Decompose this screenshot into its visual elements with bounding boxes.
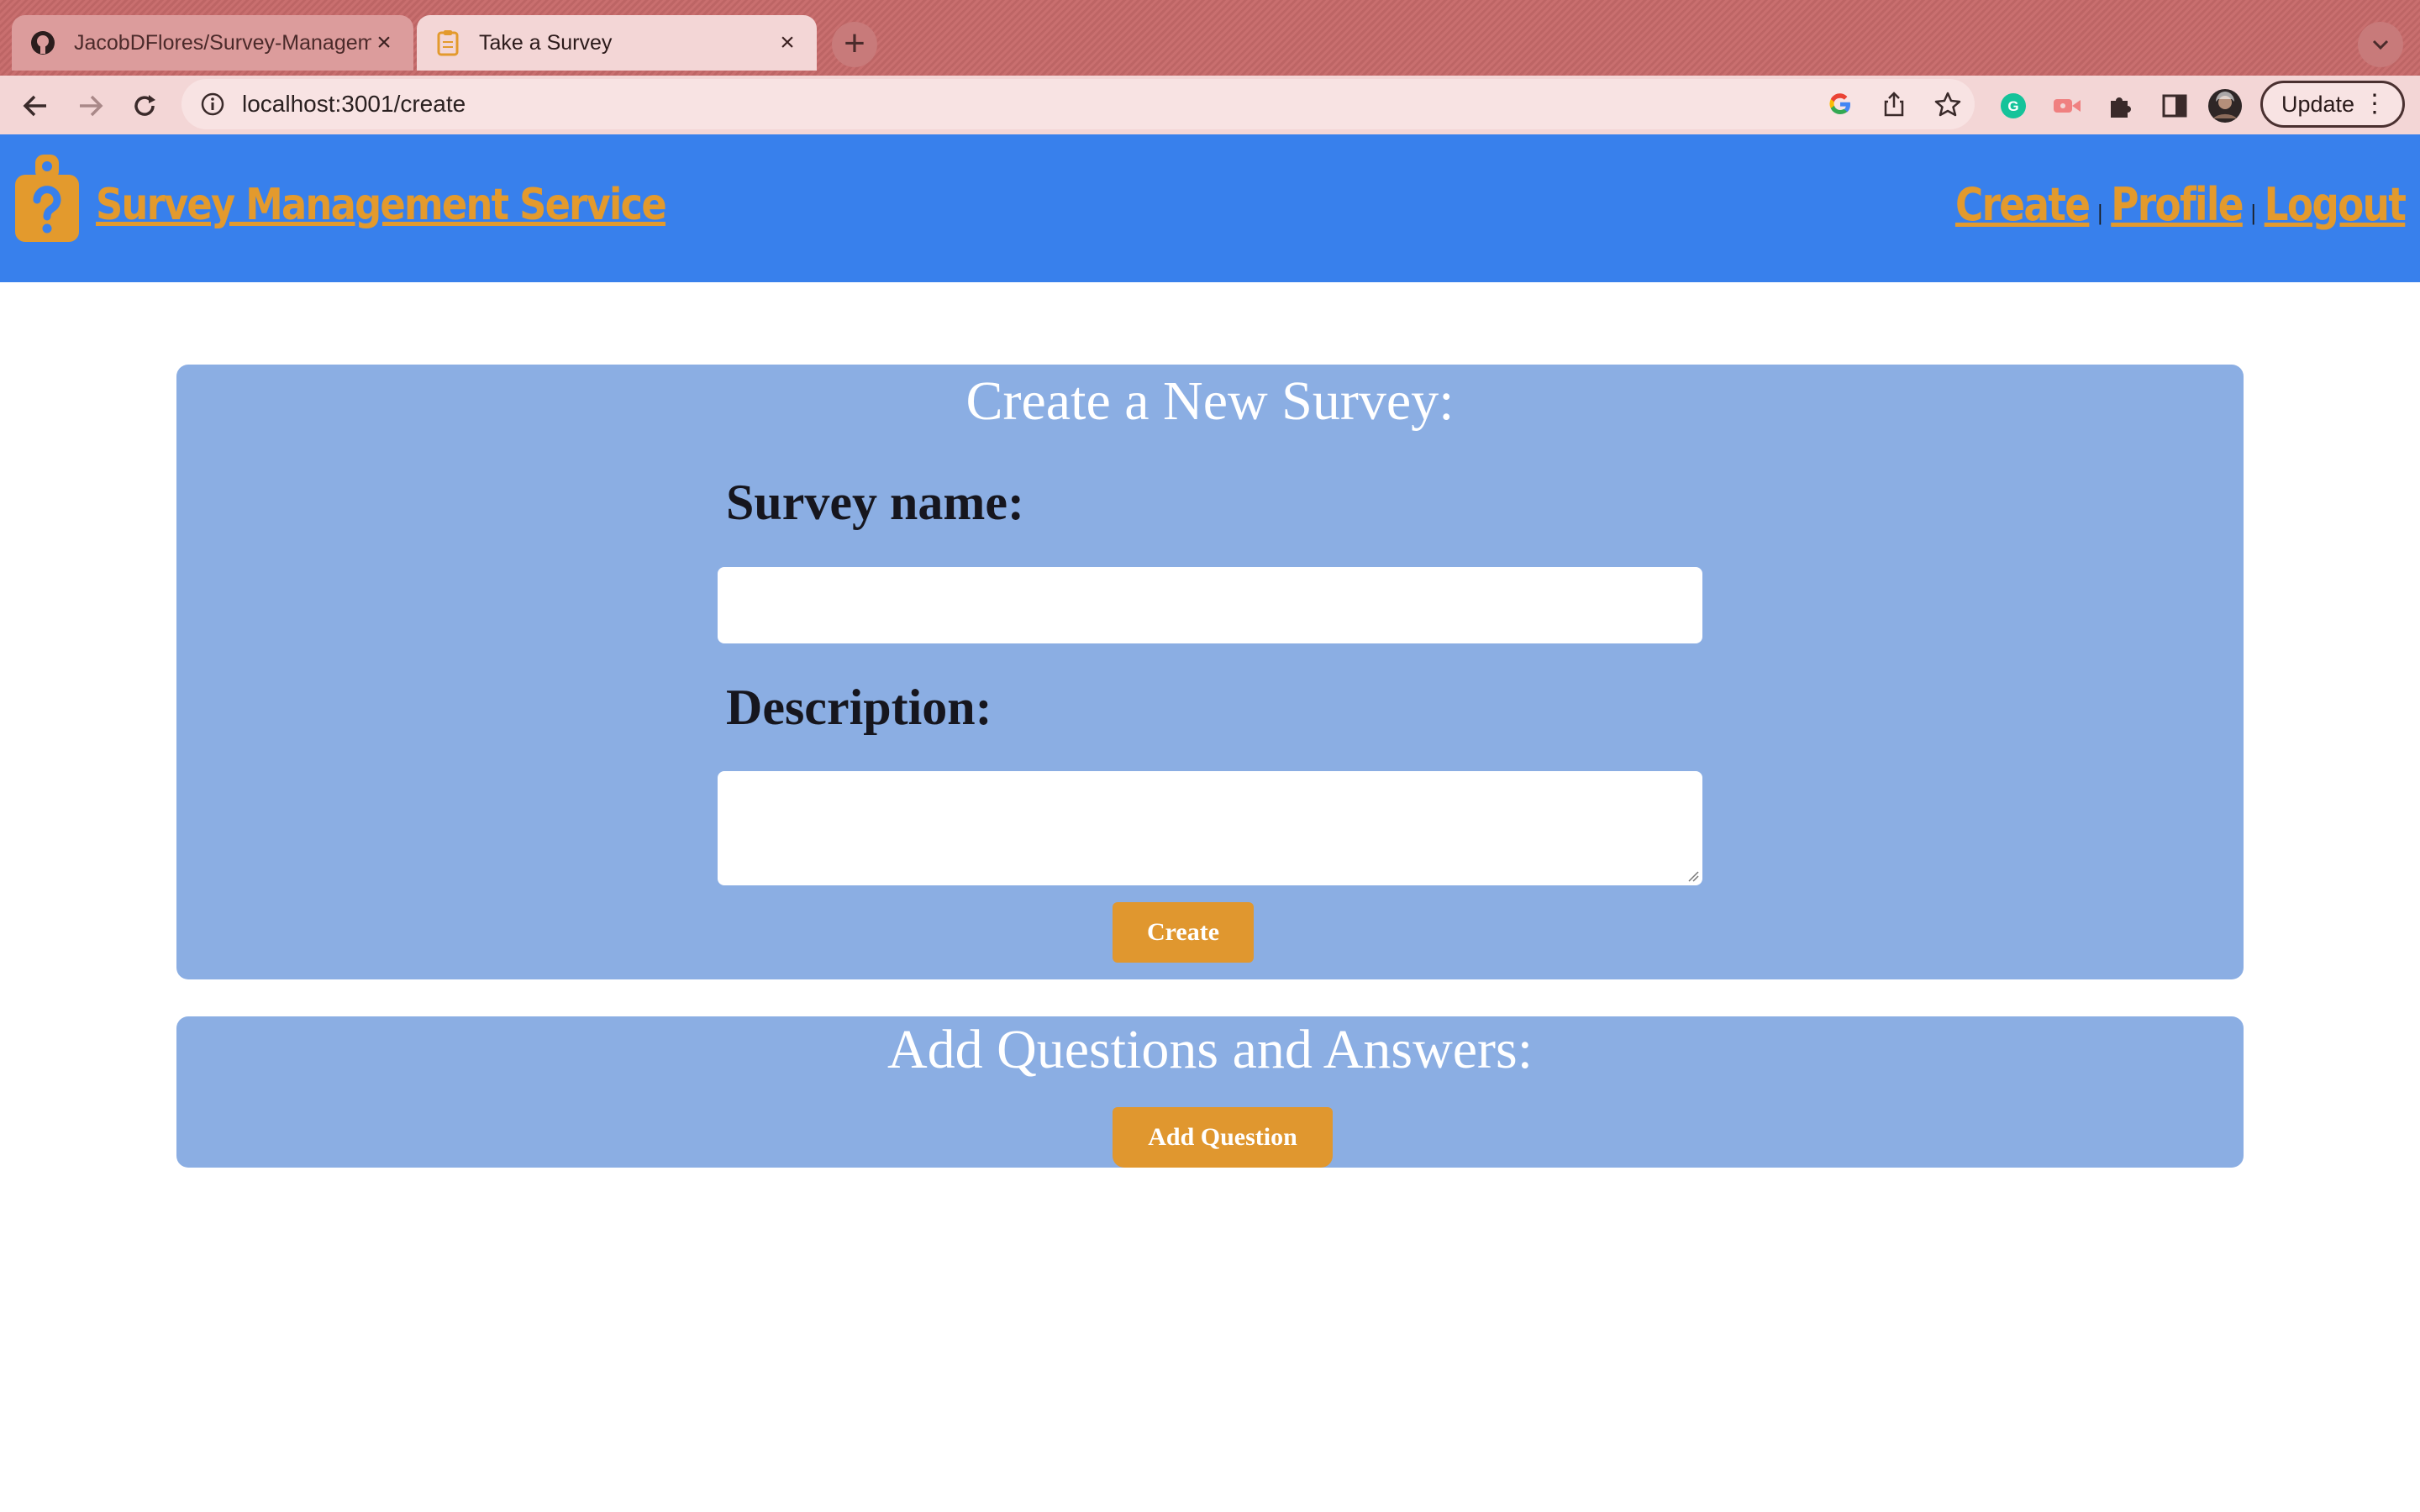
- site-title-link[interactable]: Survey Management Service: [96, 180, 667, 230]
- header-nav: Create | Profile | Logout: [1955, 178, 2407, 231]
- clipboard-icon: [434, 29, 462, 57]
- nav-separator: |: [2097, 200, 2102, 225]
- new-tab-button[interactable]: +: [832, 22, 877, 67]
- nav-logout-link[interactable]: Logout: [2264, 178, 2406, 231]
- survey-name-input[interactable]: [718, 567, 1702, 643]
- resize-grip-icon[interactable]: [1686, 869, 1699, 882]
- grammarly-icon[interactable]: G: [1995, 87, 2032, 124]
- tab-title: Take a Survey: [479, 30, 613, 55]
- forward-button[interactable]: [72, 87, 109, 124]
- tab-search-button[interactable]: [2358, 22, 2403, 67]
- google-icon[interactable]: [1823, 87, 1857, 121]
- reload-button[interactable]: [126, 87, 163, 124]
- create-survey-card: Create a New Survey: Survey name: Descri…: [176, 365, 2244, 979]
- nav-separator: |: [2250, 200, 2256, 225]
- more-vert-icon: ⋮: [2362, 90, 2387, 118]
- create-button[interactable]: Create: [1113, 902, 1254, 963]
- create-survey-heading: Create a New Survey:: [965, 370, 1455, 432]
- avatar[interactable]: [2207, 87, 2244, 124]
- chevron-down-icon: [2372, 39, 2389, 50]
- browser-toolbar: localhost:3001/create G Update ⋮: [0, 76, 2420, 134]
- description-label: Description:: [726, 680, 992, 735]
- clipboard-question-icon[interactable]: [13, 153, 81, 244]
- star-icon[interactable]: [1931, 87, 1965, 121]
- update-button[interactable]: Update ⋮: [2260, 81, 2405, 128]
- screen-recorder-icon[interactable]: [2049, 87, 2086, 124]
- survey-name-label: Survey name:: [726, 475, 1024, 530]
- back-button[interactable]: [17, 87, 54, 124]
- puzzle-icon[interactable]: [2102, 87, 2139, 124]
- github-icon: [29, 29, 57, 57]
- update-label: Update: [2281, 91, 2355, 117]
- tab-take-a-survey[interactable]: Take a Survey ×: [417, 15, 817, 71]
- questions-card: Add Questions and Answers: Add Question: [176, 1016, 2244, 1168]
- browser-tabstrip: JacobDFlores/Survey-Managem × Take a Sur…: [0, 0, 2420, 76]
- close-icon[interactable]: ×: [775, 30, 800, 55]
- add-question-button[interactable]: Add Question: [1113, 1107, 1333, 1168]
- questions-heading: Add Questions and Answers:: [886, 1019, 1534, 1080]
- arrow-left-icon: [23, 95, 46, 117]
- nav-profile-link[interactable]: Profile: [2111, 178, 2244, 231]
- url-text[interactable]: localhost:3001/create: [242, 91, 466, 118]
- reload-icon: [134, 95, 155, 116]
- close-icon[interactable]: ×: [371, 30, 397, 55]
- site-header: Survey Management Service Create | Profi…: [0, 134, 2420, 282]
- info-icon[interactable]: [200, 92, 225, 117]
- tab-github[interactable]: JacobDFlores/Survey-Managem ×: [12, 15, 413, 71]
- address-bar[interactable]: localhost:3001/create: [182, 79, 1975, 129]
- description-textarea[interactable]: [718, 771, 1702, 885]
- svg-text:G: G: [2007, 98, 2018, 114]
- side-panel-icon[interactable]: [2156, 87, 2193, 124]
- share-icon[interactable]: [1877, 87, 1911, 121]
- nav-create-link[interactable]: Create: [1955, 178, 2091, 231]
- arrow-right-icon: [80, 95, 103, 117]
- tab-title: JacobDFlores/Survey-Managem: [74, 30, 371, 55]
